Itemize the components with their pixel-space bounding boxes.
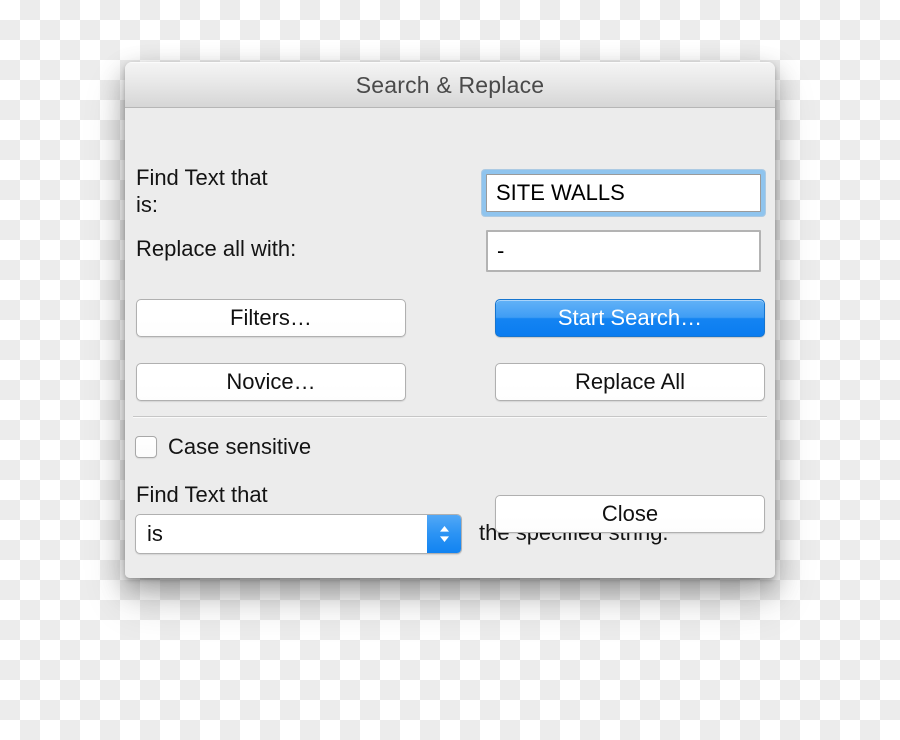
chevron-up-down-icon[interactable] [427, 515, 461, 553]
condition-select-value: is [147, 521, 163, 546]
dialog-title: Search & Replace [355, 71, 545, 98]
dialog-titlebar: Search & Replace [125, 62, 775, 108]
find-text-field-focus-ring: SITE WALLS [482, 170, 765, 216]
close-button[interactable]: Close [495, 495, 765, 533]
replace-all-label: Replace all with: [136, 236, 297, 261]
dialog-body: Find Text that is: SITE WALLS Replace al… [125, 108, 775, 577]
case-sensitive-label: Case sensitive [168, 434, 312, 459]
start-search-button[interactable]: Start Search… [495, 299, 765, 337]
case-sensitive-row[interactable]: Case sensitive [135, 434, 311, 460]
condition-label: Find Text that [136, 482, 268, 507]
condition-select[interactable]: is [135, 514, 462, 554]
replace-all-button[interactable]: Replace All [495, 363, 765, 401]
find-text-input[interactable]: SITE WALLS [486, 174, 761, 212]
case-sensitive-checkbox[interactable] [135, 436, 157, 458]
find-text-label: Find Text that is: [136, 165, 268, 217]
section-divider [133, 416, 767, 418]
novice-button[interactable]: Novice… [136, 363, 406, 401]
replace-all-input[interactable]: - [486, 230, 761, 272]
search-replace-dialog: Search & Replace Find Text that is: SITE… [125, 62, 775, 578]
filters-button[interactable]: Filters… [136, 299, 406, 337]
